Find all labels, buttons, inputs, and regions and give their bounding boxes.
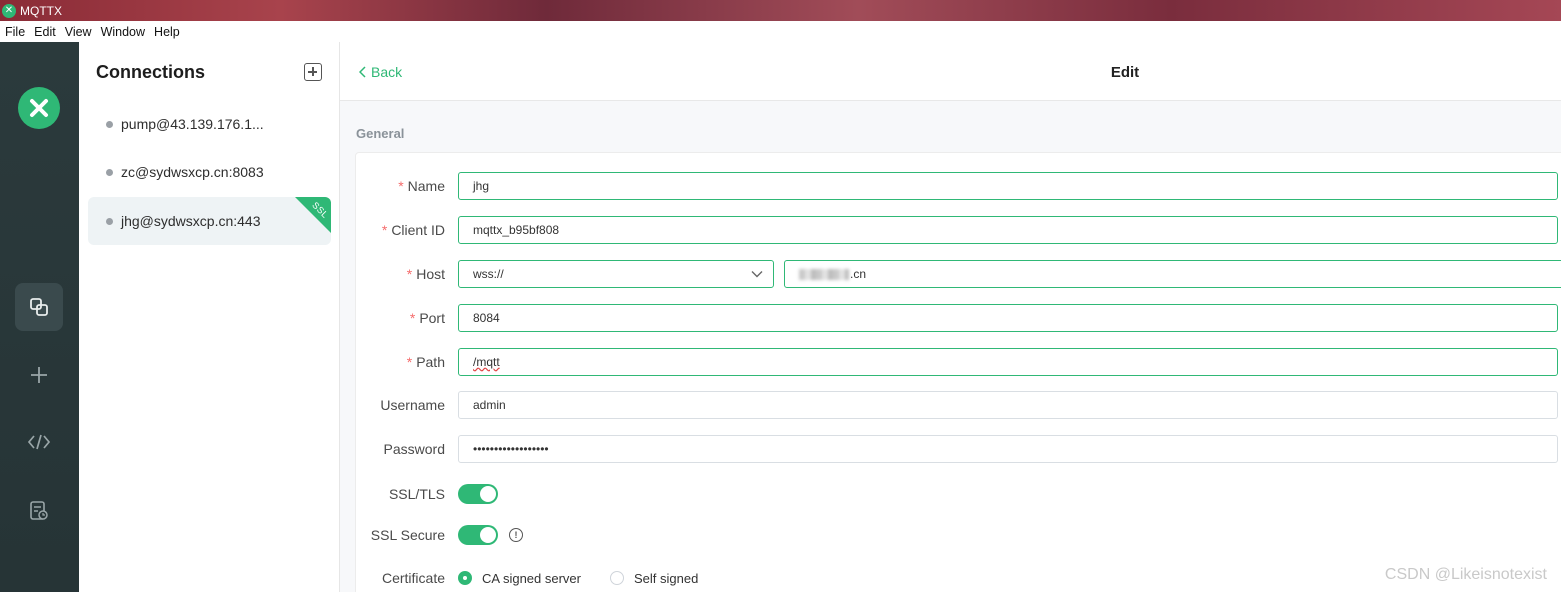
ca-signed-label[interactable]: CA signed server [482, 571, 581, 586]
path-label: * Path [406, 354, 445, 370]
certificate-radio-group: CA signed server Self signed [458, 571, 727, 586]
left-nav [0, 42, 79, 592]
password-input[interactable]: •••••••••••••••••• [458, 435, 1558, 463]
menu-window[interactable]: Window [101, 25, 145, 39]
path-row: * Path /mqtt [356, 347, 1558, 377]
username-label: Username [380, 397, 445, 413]
menu-file[interactable]: File [5, 25, 25, 39]
ssl-tls-label: SSL/TLS [388, 486, 445, 502]
password-row: Password •••••••••••••••••• [356, 434, 1558, 464]
connections-sidebar: Connections pump@43.139.176.1... zc@sydw… [79, 42, 340, 592]
plus-icon [31, 367, 47, 383]
certificate-row: Certificate CA signed server Self signed [356, 563, 727, 592]
ssl-secure-label: SSL Secure [370, 527, 445, 543]
menu-bar: File Edit View Window Help [0, 21, 1561, 42]
connections-title: Connections [96, 62, 206, 82]
self-signed-label[interactable]: Self signed [634, 571, 698, 586]
port-row: * Port 8084 [356, 303, 1558, 333]
log-nav-button[interactable] [15, 487, 63, 535]
connection-label: jhg@sydwsxcp.cn:443 [121, 213, 261, 229]
window-titlebar: ✕ MQTTX [0, 0, 1561, 21]
back-button[interactable]: Back [359, 64, 402, 80]
name-row: * Name jhg [356, 171, 1558, 201]
client-id-row: * Client ID mqttx_b95bf808 [356, 215, 1558, 245]
connection-label: pump@43.139.176.1... [121, 116, 264, 132]
certificate-label: Certificate [381, 570, 445, 586]
menu-help[interactable]: Help [154, 25, 180, 39]
script-nav-button[interactable] [15, 418, 63, 466]
port-label: * Port [409, 310, 445, 326]
log-icon [30, 501, 48, 520]
client-id-input[interactable]: mqttx_b95bf808 [458, 216, 1558, 244]
host-label: * Host [406, 266, 445, 282]
mqttx-app-icon: ✕ [2, 3, 16, 18]
connection-status-dot [106, 120, 113, 128]
self-signed-radio[interactable] [610, 571, 624, 585]
page-title: Edit [1110, 64, 1140, 81]
ssl-badge: SSL [295, 197, 331, 233]
connections-icon [30, 298, 48, 316]
name-input[interactable]: jhg [458, 172, 1558, 200]
connection-label: zc@sydwsxcp.cn:8083 [121, 164, 264, 180]
username-row: Username admin [356, 390, 1558, 420]
connection-item[interactable]: pump@43.139.176.1... [88, 100, 331, 148]
name-label: * Name [398, 178, 445, 194]
mqttx-logo-icon [18, 87, 60, 129]
redacted-host [799, 268, 849, 280]
host-row: * Host wss:// .cn [356, 259, 1561, 289]
add-connection-button[interactable] [304, 63, 322, 81]
ssl-secure-toggle[interactable] [458, 525, 498, 545]
chevron-down-icon [751, 271, 763, 278]
info-icon[interactable]: ! [509, 528, 523, 542]
menu-view[interactable]: View [65, 25, 92, 39]
window-title: MQTTX [20, 3, 62, 18]
main-panel: Back Edit General * Name jhg * Client ID m… [340, 42, 1561, 592]
menu-edit[interactable]: Edit [34, 25, 56, 39]
general-section-label: General [356, 126, 405, 141]
code-icon [27, 434, 51, 450]
new-connection-nav-button[interactable] [15, 351, 63, 399]
connection-status-dot [106, 168, 113, 176]
chevron-left-icon [359, 66, 366, 78]
connections-nav-button[interactable] [15, 283, 63, 331]
ssl-tls-row: SSL/TLS [356, 479, 498, 509]
password-label: Password [383, 441, 445, 457]
protocol-select[interactable]: wss:// [458, 260, 774, 288]
connection-status-dot [106, 217, 113, 225]
client-id-label: * Client ID [381, 222, 445, 238]
back-label: Back [371, 64, 403, 80]
ssl-tls-toggle[interactable] [458, 484, 498, 504]
protocol-value: wss:// [473, 267, 504, 281]
port-input[interactable]: 8084 [458, 304, 1558, 332]
username-input[interactable]: admin [458, 391, 1558, 419]
general-form: * Name jhg * Client ID mqttx_b95bf808 * Hos… [355, 152, 1561, 592]
connection-item[interactable]: zc@sydwsxcp.cn:8083 [88, 148, 331, 196]
path-input[interactable]: /mqtt [458, 348, 1558, 376]
connection-item-selected[interactable]: jhg@sydwsxcp.cn:443 SSL [88, 197, 331, 245]
ssl-secure-row: SSL Secure ! [356, 520, 523, 550]
host-input[interactable]: .cn [784, 260, 1561, 288]
edit-header: Back Edit [340, 42, 1561, 101]
ca-signed-radio[interactable] [458, 571, 472, 585]
